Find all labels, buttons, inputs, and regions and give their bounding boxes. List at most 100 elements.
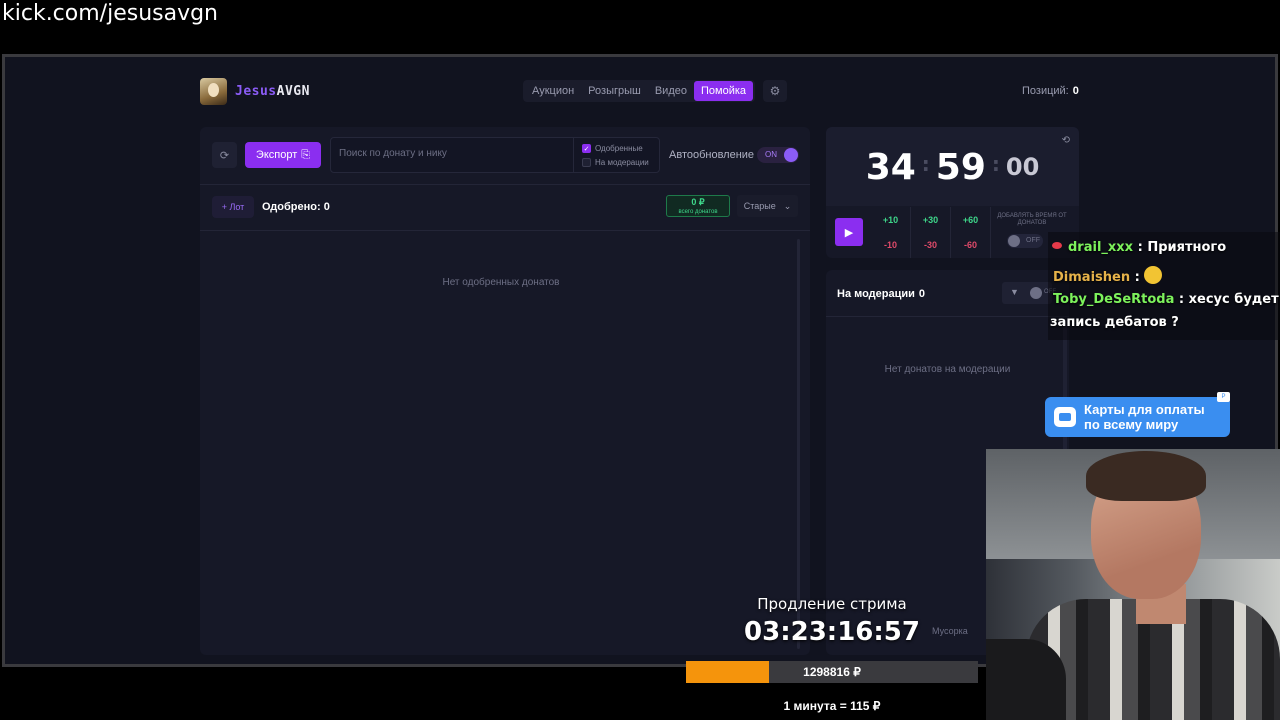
refresh-icon: ⟳ xyxy=(219,149,230,162)
chat-username: Toby_DeSeRtoda xyxy=(1053,292,1175,307)
sort-select[interactable]: Старые ⌄ xyxy=(737,195,798,217)
gear-icon: ⚙ xyxy=(769,84,781,98)
ad-line-1: Карты для оплаты xyxy=(1084,402,1205,417)
logo-text-part2: AVGN xyxy=(276,84,310,99)
chat-message-continuation: запись дебатов ? xyxy=(1050,315,1179,330)
rate-text: 1 минута = 115 ₽ xyxy=(783,699,881,713)
filter-moderation-label: На модерации xyxy=(595,158,649,167)
play-button[interactable]: ▶ xyxy=(835,218,863,246)
search-input[interactable] xyxy=(339,148,569,159)
webcam-microphone xyxy=(986,639,1066,720)
ad-text: Карты для оплаты по всему миру xyxy=(1084,402,1205,432)
filter-approved[interactable]: ✓ Одобренные xyxy=(582,144,643,153)
history-icon[interactable]: ⟲ xyxy=(1062,135,1070,146)
webcam-hair xyxy=(1086,451,1206,501)
donate-time-state: OFF xyxy=(1026,237,1040,244)
toggle-knob xyxy=(1030,287,1042,299)
tab-trash[interactable]: Помойка xyxy=(693,81,754,101)
status-filters: ✓ Одобренные На модерации xyxy=(573,138,661,172)
play-icon: ▶ xyxy=(844,226,854,239)
webcam-feed xyxy=(986,449,1280,720)
total-donations-label: всего донатов xyxy=(678,209,718,215)
logo-text: JesusAVGN xyxy=(235,84,310,99)
add-30-button[interactable]: +30 xyxy=(911,207,951,233)
chat-text: запись дебатов ? xyxy=(1050,315,1179,330)
autoupdate-state: ON xyxy=(765,150,777,159)
empty-moderation-text: Нет донатов на модерации xyxy=(884,364,1011,375)
checkbox-checked-icon[interactable]: ✓ xyxy=(582,144,591,153)
filter-moderation[interactable]: На модерации xyxy=(582,158,649,167)
sub-10-button[interactable]: -10 xyxy=(871,232,911,258)
search-box: ✓ Одобренные На модерации xyxy=(330,137,660,173)
moderation-label: На модерации xyxy=(837,288,915,300)
filter-approved-label: Одобренные xyxy=(595,144,643,153)
timer-separator: : xyxy=(991,152,1000,176)
tab-video[interactable]: Видео xyxy=(648,81,694,101)
positions-label: Позиций: xyxy=(1022,85,1069,97)
emoji-icon xyxy=(1144,266,1163,284)
export-button[interactable]: Экспорт ⎘ xyxy=(245,142,321,168)
timer-panel: ⟲ 34:59:00 ▶ +10 +30 +60 -10 -30 -60 ДОБ… xyxy=(826,127,1079,258)
positions-counter: Позиций: 0 xyxy=(1022,85,1079,97)
chat-username: Dimaishen xyxy=(1053,270,1131,285)
moderation-count: 0 xyxy=(918,288,926,300)
timer-separator: : xyxy=(921,152,930,176)
add-10-button[interactable]: +10 xyxy=(871,207,911,233)
donate-time-label: ДОБАВЛЯТЬ ВРЕМЯ ОТ ДОНАТОВ xyxy=(997,213,1067,226)
chat-separator: : xyxy=(1130,270,1145,285)
url-text: kick.com/jesusavgn xyxy=(2,1,219,26)
refresh-button[interactable]: ⟳ xyxy=(212,142,237,168)
browser-url-bar: kick.com/jesusavgn xyxy=(0,0,1280,50)
positions-value: 0 xyxy=(1072,85,1079,97)
logo[interactable]: JesusAVGN xyxy=(200,78,310,105)
progress-text: 1298816 ₽ xyxy=(803,665,861,679)
empty-approved-text: Нет одобренных донатов xyxy=(442,277,560,288)
time-adjust-grid: +10 +30 +60 -10 -30 -60 xyxy=(871,207,991,258)
chat-text: хесус будет xyxy=(1188,292,1279,307)
ad-banner[interactable]: Карты для оплаты по всему миру xyxy=(1045,397,1230,437)
ad-line-2: по всему миру xyxy=(1084,417,1179,432)
export-icon: ⎘ xyxy=(301,148,311,161)
tab-giveaway[interactable]: Розыгрыш xyxy=(581,81,648,101)
stream-extension-title: Продление стрима xyxy=(757,595,907,613)
scrollbar[interactable] xyxy=(797,239,800,649)
filter-icon: ▼ xyxy=(1010,287,1019,297)
toolbar: ⟳ Экспорт ⎘ ✓ Одобренные На модерации Ав… xyxy=(200,127,810,185)
timer-seconds: 59 xyxy=(935,147,986,188)
sort-label: Старые xyxy=(743,201,776,211)
approved-header: + Лот Одобрено: 0 0 ₽ всего донатов Стар… xyxy=(200,185,810,231)
export-label: Экспорт xyxy=(255,149,298,161)
settings-button[interactable]: ⚙ xyxy=(763,80,787,102)
chat-text: Приятного xyxy=(1147,240,1227,255)
moderation-header: На модерации0 ▼ OFF xyxy=(826,270,1069,317)
timer-display: 34:59:00 xyxy=(826,147,1079,188)
chat-message: Toby_DeSeRtoda : хесус будет xyxy=(1053,292,1279,307)
sub-30-button[interactable]: -30 xyxy=(911,232,951,258)
timer-display-area: ⟲ 34:59:00 xyxy=(826,127,1079,206)
chat-overlay: drail_xxx : Приятного Dimaishen : Toby_D… xyxy=(1048,232,1280,340)
sub-60-button[interactable]: -60 xyxy=(951,232,991,258)
checkbox-empty-icon[interactable] xyxy=(582,158,591,167)
chat-message: Dimaishen : xyxy=(1053,266,1163,285)
approved-count: Одобрено: 0 xyxy=(262,201,330,213)
moderation-filter-toggle[interactable]: ▼ OFF xyxy=(1002,282,1056,304)
chat-separator: : xyxy=(1174,292,1189,307)
chevron-down-icon: ⌄ xyxy=(783,200,792,211)
timer-centis: 00 xyxy=(1005,153,1040,181)
tab-auction[interactable]: Аукцион xyxy=(525,81,581,101)
add-60-button[interactable]: +60 xyxy=(951,207,991,233)
badge-icon xyxy=(1052,242,1062,249)
autoupdate-label: Автообновление xyxy=(669,149,755,161)
total-donations-badge: 0 ₽ всего донатов xyxy=(666,195,730,217)
stream-extension-timer: 03:23:16:57 xyxy=(744,617,920,647)
toggle-knob xyxy=(1008,235,1020,247)
card-icon xyxy=(1054,407,1076,427)
chat-message: drail_xxx : Приятного xyxy=(1052,240,1226,255)
add-lot-button[interactable]: + Лот xyxy=(212,196,254,218)
avatar xyxy=(200,78,227,105)
moderation-title: На модерации 0 xyxy=(837,288,925,300)
autoupdate-toggle[interactable]: ON xyxy=(757,147,799,163)
approved-panel: ⟳ Экспорт ⎘ ✓ Одобренные На модерации Ав… xyxy=(200,127,810,655)
donate-time-toggle[interactable]: OFF xyxy=(1007,234,1043,248)
logo-text-part1: Jesus xyxy=(235,84,277,99)
